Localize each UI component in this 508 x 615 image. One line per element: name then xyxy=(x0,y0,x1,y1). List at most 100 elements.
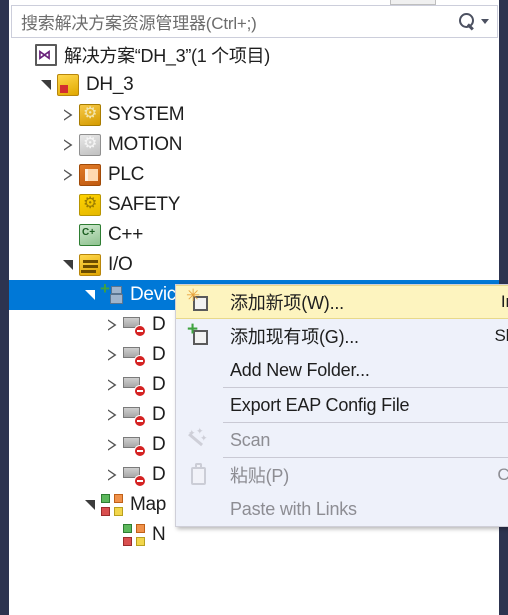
chevron-right-glyph xyxy=(64,109,73,121)
device-icon xyxy=(123,344,146,367)
tree-item-label: SAFETY xyxy=(108,194,181,215)
chevron-right-glyph xyxy=(108,319,117,331)
tree-item-safety[interactable]: SAFETY xyxy=(9,190,499,220)
chevron-right-icon[interactable] xyxy=(101,379,123,391)
tree-item-dh-3[interactable]: DH_3 xyxy=(9,70,499,100)
clipboard-icon xyxy=(176,458,222,492)
clipboard-body xyxy=(191,467,206,485)
tree-item-label: N xyxy=(152,524,166,545)
menu-item-label: 添加新项(W)... xyxy=(230,293,344,313)
tree-item-label: SYSTEM xyxy=(108,104,185,125)
chevron-right-icon[interactable] xyxy=(101,439,123,451)
add-new-item-glyph: ✳ xyxy=(186,287,211,313)
menu-item-paste-with-links: Paste with Links xyxy=(176,492,508,526)
chevron-down-glyph xyxy=(41,80,51,90)
tree-item-label: D xyxy=(152,434,166,455)
chevron-down-icon[interactable] xyxy=(57,260,79,270)
chevron-right-icon[interactable] xyxy=(57,169,79,181)
context-menu-list[interactable]: ✳ 添加新项(W)... Ins + 添加现有项(G)... Shif Add New Fo… xyxy=(176,285,508,526)
tree-item-dh-3-1[interactable]: 解决方案“DH_3”(1 个项目) xyxy=(9,40,499,70)
menu-item-export-eap-config-file[interactable]: Export EAP Config File xyxy=(176,388,508,422)
menu-item-label: Add New Folder... xyxy=(230,359,370,380)
disabled-badge xyxy=(134,355,146,367)
project-icon xyxy=(57,74,79,96)
visual-studio-solution-icon xyxy=(35,44,57,66)
search-icon[interactable] xyxy=(459,13,476,30)
chevron-down-icon[interactable] xyxy=(79,500,101,510)
context-menu[interactable]: ✳ 添加新项(W)... Ins + 添加现有项(G)... Shif Add New Fo… xyxy=(175,284,508,527)
chevron-right-icon[interactable] xyxy=(101,349,123,361)
menu-item-scan: ✦ ✦ ✦ Scan xyxy=(176,423,508,457)
tree-item-label: D xyxy=(152,344,166,365)
disabled-badge xyxy=(134,445,146,457)
add-existing-item-icon: + xyxy=(176,319,222,353)
chevron-down-icon[interactable] xyxy=(481,19,489,24)
map-sq xyxy=(101,494,110,503)
chevron-right-icon[interactable] xyxy=(57,139,79,151)
tree-item-system[interactable]: SYSTEM xyxy=(9,100,499,130)
disabled-badge xyxy=(134,415,146,427)
menu-item-label: 添加现有项(G)... xyxy=(230,327,359,347)
wand-icon: ✦ ✦ ✦ xyxy=(176,423,222,457)
menu-item-icon-slot xyxy=(176,388,222,422)
chevron-right-glyph xyxy=(64,139,73,151)
menu-item-label: Paste with Links xyxy=(230,498,357,519)
mapping-item-icon xyxy=(123,524,145,546)
map-sq xyxy=(136,537,145,546)
sparkle: ✦ xyxy=(188,428,196,438)
chevron-right-icon[interactable] xyxy=(101,409,123,421)
chevron-right-icon[interactable] xyxy=(57,109,79,121)
tree-item-label: D xyxy=(152,374,166,395)
device-icon xyxy=(123,434,146,457)
tree-item-i-o[interactable]: I/O xyxy=(9,250,499,280)
tree-item-motion[interactable]: MOTION xyxy=(9,130,499,160)
disabled-badge xyxy=(134,325,146,337)
tree-item-label: D xyxy=(152,314,166,335)
search-box[interactable]: 搜索解决方案资源管理器(Ctrl+;) xyxy=(11,5,498,38)
map-sq xyxy=(114,494,123,503)
tree-item-plc[interactable]: PLC xyxy=(9,160,499,190)
tree-item-label: MOTION xyxy=(108,134,183,155)
plus-shape: + xyxy=(187,319,199,340)
clipboard-glyph xyxy=(189,463,209,486)
wand-glyph: ✦ ✦ ✦ xyxy=(187,427,211,451)
starburst-shape: ✳ xyxy=(186,286,201,305)
tree-item-label: 解决方案“DH_3”(1 个项目) xyxy=(64,46,270,66)
menu-item-shortcut: Ins xyxy=(500,292,508,311)
sparkle: ✦ xyxy=(200,433,208,443)
window-border-left xyxy=(0,0,9,615)
menu-item-label: Export EAP Config File xyxy=(230,394,410,415)
menu-item-shortcut: Shif xyxy=(494,326,508,345)
device-icon xyxy=(123,374,146,397)
tree-item-label: I/O xyxy=(108,254,133,275)
menu-item-g[interactable]: + 添加现有项(G)... Shif xyxy=(176,319,508,353)
chevron-down-icon[interactable] xyxy=(79,290,101,300)
io-icon xyxy=(79,254,101,276)
chevron-right-icon[interactable] xyxy=(101,469,123,481)
tree-item-c[interactable]: C++ xyxy=(9,220,499,250)
chevron-right-glyph xyxy=(108,439,117,451)
map-sq xyxy=(123,524,132,533)
tree-item-label: PLC xyxy=(108,164,145,185)
chevron-down-icon[interactable] xyxy=(35,80,57,90)
menu-item-w[interactable]: ✳ 添加新项(W)... Ins xyxy=(176,285,508,319)
map-sq xyxy=(136,524,145,533)
search-controls xyxy=(459,13,497,30)
mappings-icon xyxy=(101,494,123,516)
menu-item-add-new-folder[interactable]: Add New Folder... xyxy=(176,353,508,387)
add-new-item-icon: ✳ xyxy=(176,286,222,318)
solution-explorer-window: 搜索解决方案资源管理器(Ctrl+;) 解决方案“DH_3”(1 个项目) DH_… xyxy=(0,0,508,615)
map-sq xyxy=(114,507,123,516)
map-sq xyxy=(123,537,132,546)
devices-icon xyxy=(100,279,123,306)
menu-item-icon-slot xyxy=(176,492,222,526)
add-existing-item-glyph: + xyxy=(187,320,211,347)
menu-item-p: 粘贴(P) Ctrl xyxy=(176,458,508,492)
cpp-icon xyxy=(79,224,101,246)
device-icon xyxy=(123,314,146,337)
chevron-right-glyph xyxy=(64,169,73,181)
disabled-badge xyxy=(134,385,146,397)
menu-item-icon-slot xyxy=(176,353,222,387)
search-input[interactable]: 搜索解决方案资源管理器(Ctrl+;) xyxy=(12,9,459,34)
chevron-right-icon[interactable] xyxy=(101,319,123,331)
